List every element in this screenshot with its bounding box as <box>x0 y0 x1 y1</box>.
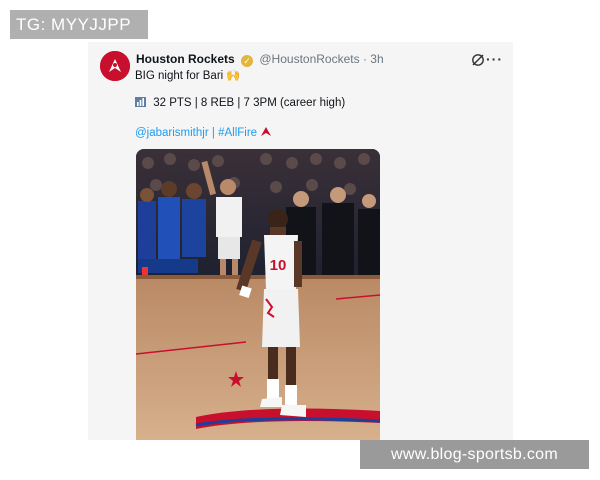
hashtag-link[interactable]: #AllFire <box>218 127 257 139</box>
text-divider: | <box>211 127 215 139</box>
tg-watermark-badge: TG: MYYJJPP <box>10 10 148 39</box>
verified-badge-icon: ✓ <box>241 55 254 67</box>
meta-separator: · <box>362 52 367 66</box>
rockets-emoji-icon <box>261 127 272 136</box>
account-name[interactable]: Houston Rockets <box>136 52 235 66</box>
author-row: Houston Rockets ✓ @HoustonRockets · 3h <box>136 52 384 67</box>
bar-chart-icon <box>135 97 146 107</box>
mention-link[interactable]: @jabarismithjr <box>135 127 209 139</box>
grok-icon[interactable] <box>471 53 485 67</box>
more-options-icon[interactable]: ··· <box>486 51 503 67</box>
tweet-text-line-2: 32 PTS | 8 REB | 7 3PM (career high) <box>135 97 345 109</box>
stats-text: 32 PTS | 8 REB | 7 3PM (career high) <box>153 97 346 109</box>
post-time[interactable]: 3h <box>370 52 383 66</box>
site-watermark: www.blog-sportsb.com <box>360 440 589 469</box>
account-handle[interactable]: @HoustonRockets <box>259 52 359 66</box>
tweet-text-line-1: BIG night for Bari 🙌 <box>135 68 241 82</box>
rockets-avatar[interactable] <box>100 51 130 81</box>
jersey-number: 10 <box>270 257 287 274</box>
rockets-logo-icon <box>100 51 130 81</box>
basketball-photo: 10 <box>136 149 380 440</box>
tweet-media-image[interactable]: 10 <box>136 149 380 440</box>
tweet-headline: BIG night for Bari <box>135 70 224 82</box>
tweet-text-line-3: @jabarismithjr | #AllFire <box>135 126 272 139</box>
raising-hands-emoji: 🙌 <box>226 70 241 82</box>
